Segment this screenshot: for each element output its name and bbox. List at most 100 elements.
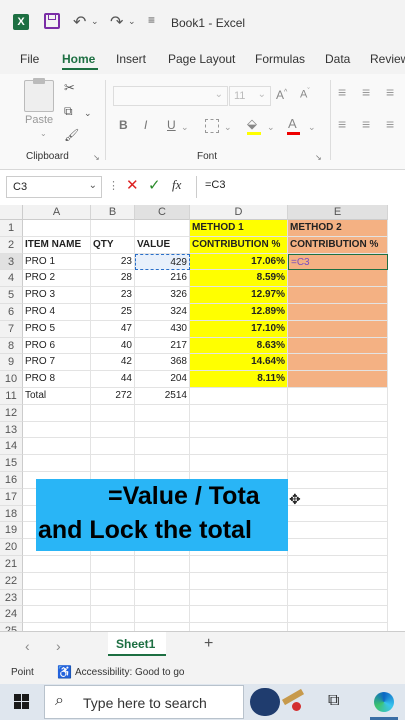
fill-color-icon[interactable]: ⬙: [247, 116, 257, 132]
cell-c3[interactable]: 429: [135, 253, 190, 271]
cell-a2[interactable]: ITEM NAME: [23, 236, 91, 254]
underline-dropdown-icon[interactable]: ⌄: [181, 122, 189, 133]
cell-e24[interactable]: [288, 606, 388, 624]
cell-d21[interactable]: [190, 556, 288, 573]
row-header-3[interactable]: 3: [0, 253, 23, 271]
cell-d5[interactable]: 12.97%: [190, 287, 288, 304]
tab-review[interactable]: Review: [370, 52, 405, 66]
italic-button[interactable]: I: [144, 118, 147, 132]
cell-c13[interactable]: [135, 421, 190, 439]
copy-dropdown-icon[interactable]: ⌄: [84, 108, 92, 119]
next-sheet-icon[interactable]: ›: [56, 638, 61, 654]
row-header-12[interactable]: 12: [0, 404, 23, 422]
cell-a24[interactable]: [23, 606, 91, 624]
cell-d23[interactable]: [190, 589, 288, 607]
align-top-icon[interactable]: ≡: [338, 84, 346, 100]
font-color-dropdown-icon[interactable]: ⌄: [308, 122, 316, 133]
redo-icon[interactable]: ↷: [110, 12, 123, 32]
cell-a6[interactable]: PRO 4: [23, 304, 91, 321]
align-middle-icon[interactable]: ≡: [362, 84, 370, 100]
tab-home[interactable]: Home: [62, 52, 95, 66]
fill-dropdown-icon[interactable]: ⌄: [267, 122, 275, 133]
borders-icon[interactable]: [205, 119, 219, 133]
font-size-select[interactable]: 11 ⌄: [229, 86, 271, 106]
cell-d13[interactable]: [190, 421, 288, 439]
cell-e1[interactable]: METHOD 2: [288, 220, 388, 237]
column-header-b[interactable]: B: [91, 205, 135, 220]
cell-e25[interactable]: [288, 623, 388, 631]
cell-e23[interactable]: [288, 589, 388, 607]
cell-c23[interactable]: [135, 589, 190, 607]
font-color-icon[interactable]: A: [288, 116, 297, 131]
redo-dropdown-icon[interactable]: ⌄: [128, 16, 136, 27]
align-bottom-icon[interactable]: ≡: [386, 84, 394, 100]
cell-a13[interactable]: [23, 421, 91, 439]
cell-b3[interactable]: 23: [91, 253, 135, 271]
accessibility-icon[interactable]: ♿: [57, 665, 72, 679]
undo-dropdown-icon[interactable]: ⌄: [91, 16, 99, 27]
cell-d6[interactable]: 12.89%: [190, 304, 288, 321]
cell-c8[interactable]: 217: [135, 337, 190, 355]
cell-e10[interactable]: [288, 371, 388, 388]
cell-e11[interactable]: [288, 388, 388, 405]
align-right-icon[interactable]: ≡: [386, 116, 394, 132]
row-header-2[interactable]: 2: [0, 236, 23, 254]
cell-a7[interactable]: PRO 5: [23, 320, 91, 338]
cell-d7[interactable]: 17.10%: [190, 320, 288, 338]
cell-c9[interactable]: 368: [135, 354, 190, 372]
cell-b4[interactable]: 28: [91, 270, 135, 288]
cell-d3[interactable]: 17.06%: [190, 253, 288, 271]
bold-button[interactable]: B: [119, 118, 128, 132]
row-header-16[interactable]: 16: [0, 472, 23, 489]
cell-e18[interactable]: [288, 505, 388, 523]
cell-b23[interactable]: [91, 589, 135, 607]
cell-e22[interactable]: [288, 572, 388, 590]
cell-a4[interactable]: PRO 2: [23, 270, 91, 288]
row-header-15[interactable]: 15: [0, 455, 23, 472]
edge-browser-icon[interactable]: [374, 692, 394, 712]
cell-b9[interactable]: 42: [91, 354, 135, 372]
cell-c6[interactable]: 324: [135, 304, 190, 321]
cell-e6[interactable]: [288, 304, 388, 321]
column-header-e[interactable]: E: [288, 205, 388, 220]
cell-e5[interactable]: [288, 287, 388, 304]
cell-e19[interactable]: [288, 522, 388, 540]
cell-c4[interactable]: 216: [135, 270, 190, 288]
tab-formulas[interactable]: Formulas: [255, 52, 305, 66]
cell-b15[interactable]: [91, 455, 135, 472]
cell-c25[interactable]: [135, 623, 190, 631]
cell-b10[interactable]: 44: [91, 371, 135, 388]
sheet-tab-sheet1[interactable]: Sheet1: [108, 632, 166, 656]
cell-c21[interactable]: [135, 556, 190, 573]
cell-e2[interactable]: CONTRIBUTION %: [288, 236, 388, 254]
cell-d2[interactable]: CONTRIBUTION %: [190, 236, 288, 254]
cell-d8[interactable]: 8.63%: [190, 337, 288, 355]
cell-c5[interactable]: 326: [135, 287, 190, 304]
row-header-8[interactable]: 8: [0, 337, 23, 355]
row-header-9[interactable]: 9: [0, 354, 23, 372]
accessibility-status[interactable]: Accessibility: Good to go: [75, 667, 185, 678]
row-header-13[interactable]: 13: [0, 421, 23, 439]
cell-e3[interactable]: =C3: [288, 253, 388, 271]
format-painter-icon[interactable]: 🖌: [64, 128, 79, 142]
cell-d25[interactable]: [190, 623, 288, 631]
row-header-25[interactable]: 25: [0, 623, 23, 631]
cell-c15[interactable]: [135, 455, 190, 472]
name-box-dropdown-icon[interactable]: ⌄: [89, 180, 97, 191]
row-header-23[interactable]: 23: [0, 589, 23, 607]
tab-data[interactable]: Data: [325, 52, 350, 66]
cell-e9[interactable]: [288, 354, 388, 372]
cell-d22[interactable]: [190, 572, 288, 590]
cell-e16[interactable]: [288, 472, 388, 489]
cell-b5[interactable]: 23: [91, 287, 135, 304]
cell-e8[interactable]: [288, 337, 388, 355]
cell-a11[interactable]: Total: [23, 388, 91, 405]
column-header-d[interactable]: D: [190, 205, 288, 220]
borders-dropdown-icon[interactable]: ⌄: [224, 122, 232, 133]
cell-e7[interactable]: [288, 320, 388, 338]
row-header-6[interactable]: 6: [0, 304, 23, 321]
cell-b14[interactable]: [91, 438, 135, 456]
cell-d9[interactable]: 14.64%: [190, 354, 288, 372]
cell-c11[interactable]: 2514: [135, 388, 190, 405]
customize-toolbar-icon[interactable]: ≡: [148, 13, 155, 27]
